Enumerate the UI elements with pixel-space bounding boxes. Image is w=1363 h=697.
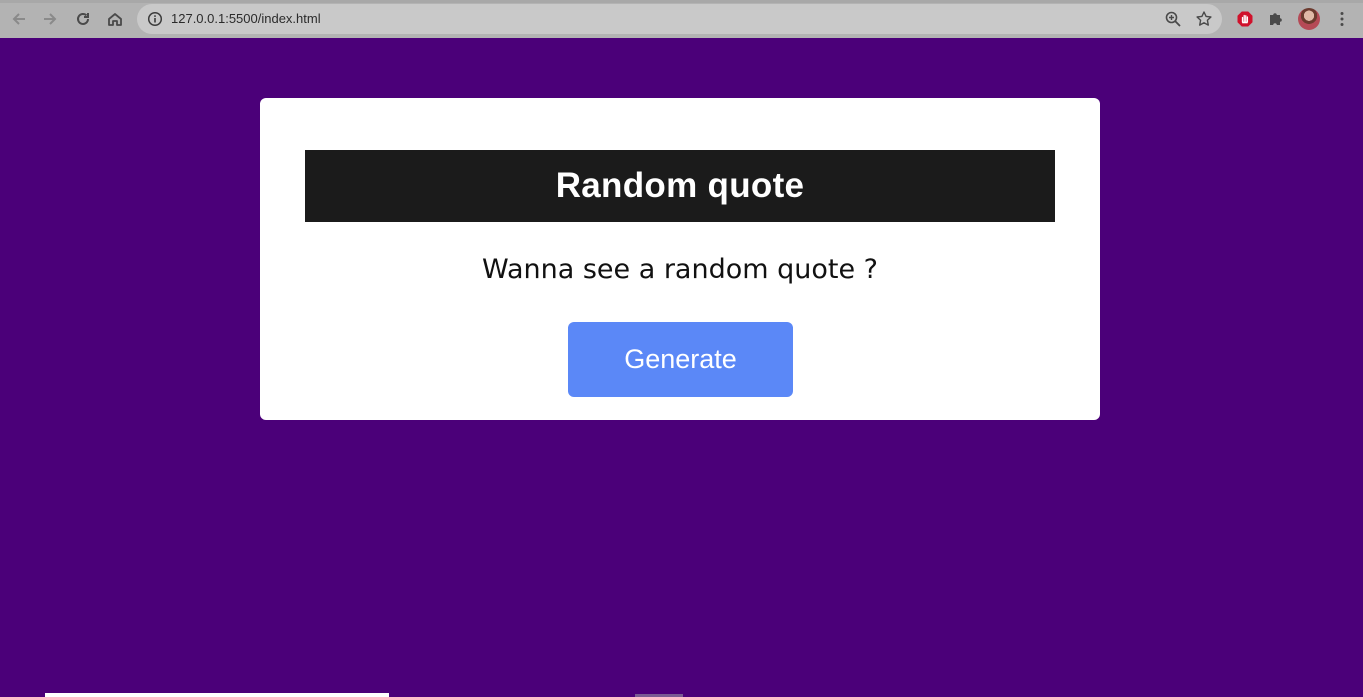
page-title: Random quote <box>555 166 805 205</box>
kebab-menu-icon <box>1340 12 1344 26</box>
adblock-extension-button[interactable] <box>1234 8 1256 30</box>
card-header: Random quote <box>305 150 1055 222</box>
back-button[interactable] <box>8 8 30 30</box>
stop-hand-icon <box>1237 11 1253 27</box>
home-button[interactable] <box>104 8 126 30</box>
reload-icon <box>77 12 89 25</box>
reload-button[interactable] <box>72 8 94 30</box>
profile-avatar[interactable] <box>1298 8 1320 30</box>
extensions-button[interactable] <box>1265 8 1287 30</box>
generate-button[interactable]: Generate <box>568 322 793 397</box>
puzzle-icon <box>1270 13 1282 25</box>
address-bar[interactable]: 127.0.0.1:5500/index.html <box>137 4 1222 34</box>
arrow-left-icon <box>12 13 25 25</box>
star-icon[interactable] <box>1195 10 1213 28</box>
url-text[interactable]: 127.0.0.1:5500/index.html <box>171 4 321 34</box>
zoom-icon[interactable] <box>1164 10 1182 28</box>
browser-menu-button[interactable] <box>1331 8 1353 30</box>
prompt-text: Wanna see a random quote ? <box>481 254 879 285</box>
info-icon[interactable] <box>147 11 163 27</box>
arrow-right-icon <box>44 13 57 25</box>
quote-card: Random quote Wanna see a random quote ? … <box>260 98 1100 420</box>
forward-button[interactable] <box>39 8 61 30</box>
tab-strip-edge <box>0 0 1363 3</box>
home-icon <box>108 13 122 26</box>
taskbar-edge <box>45 693 389 697</box>
browser-toolbar: 127.0.0.1:5500/index.html <box>0 0 1363 38</box>
